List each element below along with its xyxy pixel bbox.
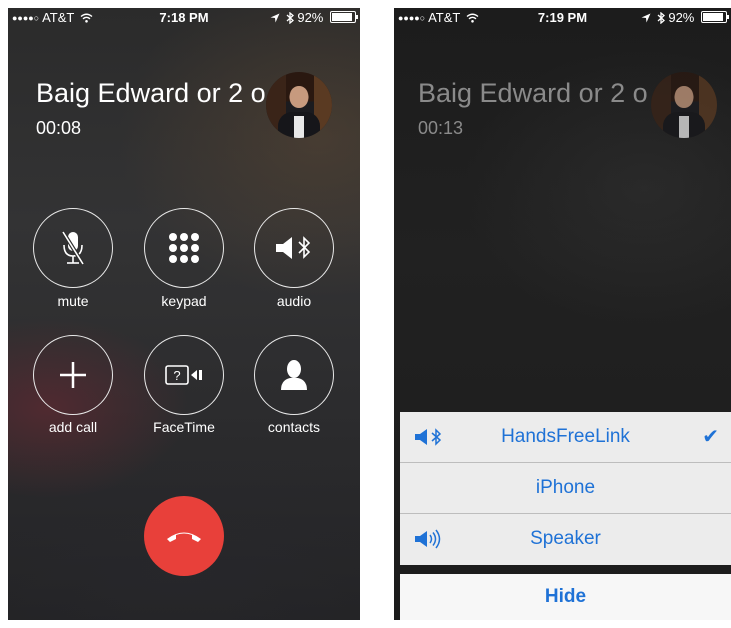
microphone-muted-icon <box>61 230 85 266</box>
audio-button[interactable] <box>254 208 334 288</box>
mute-button[interactable] <box>33 208 113 288</box>
facetime-button[interactable]: ? <box>144 335 224 415</box>
bluetooth-icon <box>657 11 665 25</box>
add-call-button[interactable] <box>33 335 113 415</box>
end-call-button[interactable] <box>144 496 224 576</box>
contacts-button[interactable] <box>254 335 334 415</box>
facetime-label: FaceTime <box>153 419 215 435</box>
checkmark-icon: ✔ <box>702 426 719 448</box>
location-arrow-icon <box>641 13 651 23</box>
bluetooth-icon <box>286 11 294 25</box>
audio-label: audio <box>276 293 312 309</box>
caller-name: Baig Edward or 2 o <box>418 78 648 108</box>
battery-percent: 92% <box>668 10 695 25</box>
add-call-label: add call <box>48 419 98 435</box>
call-duration: 00:13 <box>418 118 464 138</box>
contact-person-icon <box>281 360 307 390</box>
plus-icon <box>60 362 86 388</box>
caller-name: Baig Edward or 2 o <box>36 78 266 108</box>
mute-label: mute <box>57 293 89 309</box>
audio-route-sheet: HandsFreeLink ✔ iPhone Speaker <box>400 412 731 565</box>
status-bar: ●●●●○ AT&T 7:18 PM 92% <box>8 8 360 28</box>
battery-icon <box>701 11 729 23</box>
facetime-unavailable-icon: ? <box>165 365 202 385</box>
speaker-bluetooth-icon <box>276 236 311 259</box>
audio-route-speaker[interactable]: Speaker <box>400 514 731 564</box>
keypad-label: keypad <box>161 293 207 309</box>
in-call-screen: ●●●●○ AT&T 7:18 PM 92% Baig Edward or 2 … <box>8 8 360 620</box>
location-arrow-icon <box>270 13 280 23</box>
route-label: HandsFreeLink <box>501 426 630 447</box>
bluetooth-speaker-icon <box>415 428 442 446</box>
call-duration: 00:08 <box>36 118 82 138</box>
caller-avatar <box>651 72 717 138</box>
audio-route-handsfreelink[interactable]: HandsFreeLink ✔ <box>400 412 731 463</box>
keypad-button[interactable] <box>144 208 224 288</box>
route-label: Speaker <box>530 528 601 549</box>
hide-button[interactable]: Hide <box>400 574 731 620</box>
hang-up-icon <box>167 532 201 542</box>
route-label: iPhone <box>535 477 596 498</box>
status-bar: ●●●●○ AT&T 7:19 PM 92% <box>394 8 731 28</box>
keypad-icon <box>169 233 199 263</box>
audio-route-iphone[interactable]: iPhone <box>400 463 731 514</box>
battery-percent: 92% <box>297 10 324 25</box>
caller-avatar <box>266 72 332 138</box>
battery-icon <box>330 11 358 23</box>
svg-text:?: ? <box>173 368 180 383</box>
contacts-label: contacts <box>267 419 321 435</box>
speaker-icon <box>415 529 441 549</box>
audio-route-screen: ●●●●○ AT&T 7:19 PM 92% Baig Edward or 2 … <box>394 8 731 620</box>
